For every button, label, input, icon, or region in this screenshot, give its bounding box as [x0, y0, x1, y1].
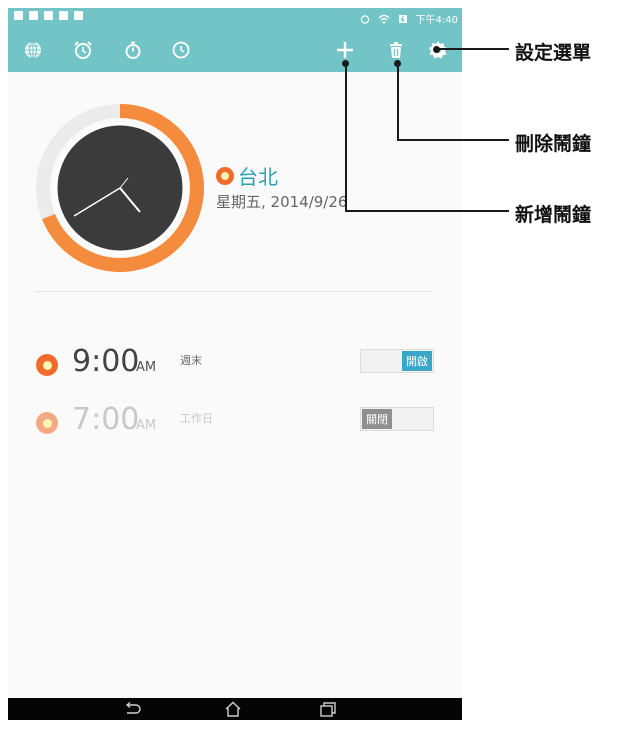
callout-line-delete [397, 63, 399, 141]
battery-charging-icon [398, 14, 407, 23]
alarm-item[interactable]: 9:00 AM 週末 開啟 [36, 344, 436, 384]
world-clock-icon[interactable] [20, 37, 46, 63]
toggle-label: 開啟 [402, 351, 432, 371]
alarm-item[interactable]: 7:00 AM 工作日 關閉 [36, 402, 436, 442]
alarm-days: 週末 [180, 354, 202, 367]
city-name: 台北 [238, 165, 278, 189]
alarm-time: 9:00 [72, 344, 140, 379]
alarm-ampm: AM [136, 418, 157, 433]
notification-icon [74, 11, 83, 20]
city-date: 星期五, 2014/9/26 [216, 193, 348, 211]
timer-icon[interactable] [168, 37, 194, 63]
recents-icon[interactable] [318, 699, 338, 719]
callout-line-add [345, 210, 509, 212]
alarm-clock-icon[interactable] [70, 37, 96, 63]
city-row: 台北 [216, 161, 278, 190]
callout-line-settings [437, 48, 509, 50]
device-screen: 下午4:40 台北 星期五, 2014/9/26 9:00 AM 週末 開啟 7… [8, 8, 462, 720]
sun-icon [36, 412, 58, 434]
divider [36, 291, 432, 292]
callout-add-label: 新增鬧鐘 [515, 204, 592, 226]
stopwatch-icon[interactable] [120, 37, 146, 63]
navigation-bar [8, 698, 462, 720]
callout-line-delete [397, 139, 509, 141]
notification-icon [44, 11, 53, 20]
clock-text: 下午4:40 [415, 15, 458, 26]
callout-line-add [345, 63, 347, 212]
notification-icon [59, 11, 68, 20]
toggle-label: 關閉 [362, 409, 392, 429]
notification-icons [14, 11, 83, 20]
alarm-toggle[interactable]: 開啟 [360, 349, 434, 373]
sun-icon [36, 354, 58, 376]
status-right: 下午4:40 [360, 11, 458, 26]
home-icon[interactable] [223, 699, 243, 719]
wifi-icon [378, 14, 389, 24]
notification-icon [14, 11, 23, 20]
callout-delete-label: 刪除鬧鐘 [515, 133, 592, 155]
status-bar: 下午4:40 [8, 8, 462, 28]
alarm-days: 工作日 [180, 412, 213, 425]
sun-icon [216, 166, 234, 185]
alarm-ampm: AM [136, 360, 157, 375]
alarm-icon [360, 14, 369, 24]
callout-settings-label: 設定選單 [515, 42, 592, 64]
alarm-toggle[interactable]: 關閉 [360, 407, 434, 431]
analog-clock [36, 104, 204, 276]
back-icon[interactable] [123, 699, 143, 719]
notification-icon [29, 11, 38, 20]
alarm-time: 7:00 [72, 402, 140, 437]
